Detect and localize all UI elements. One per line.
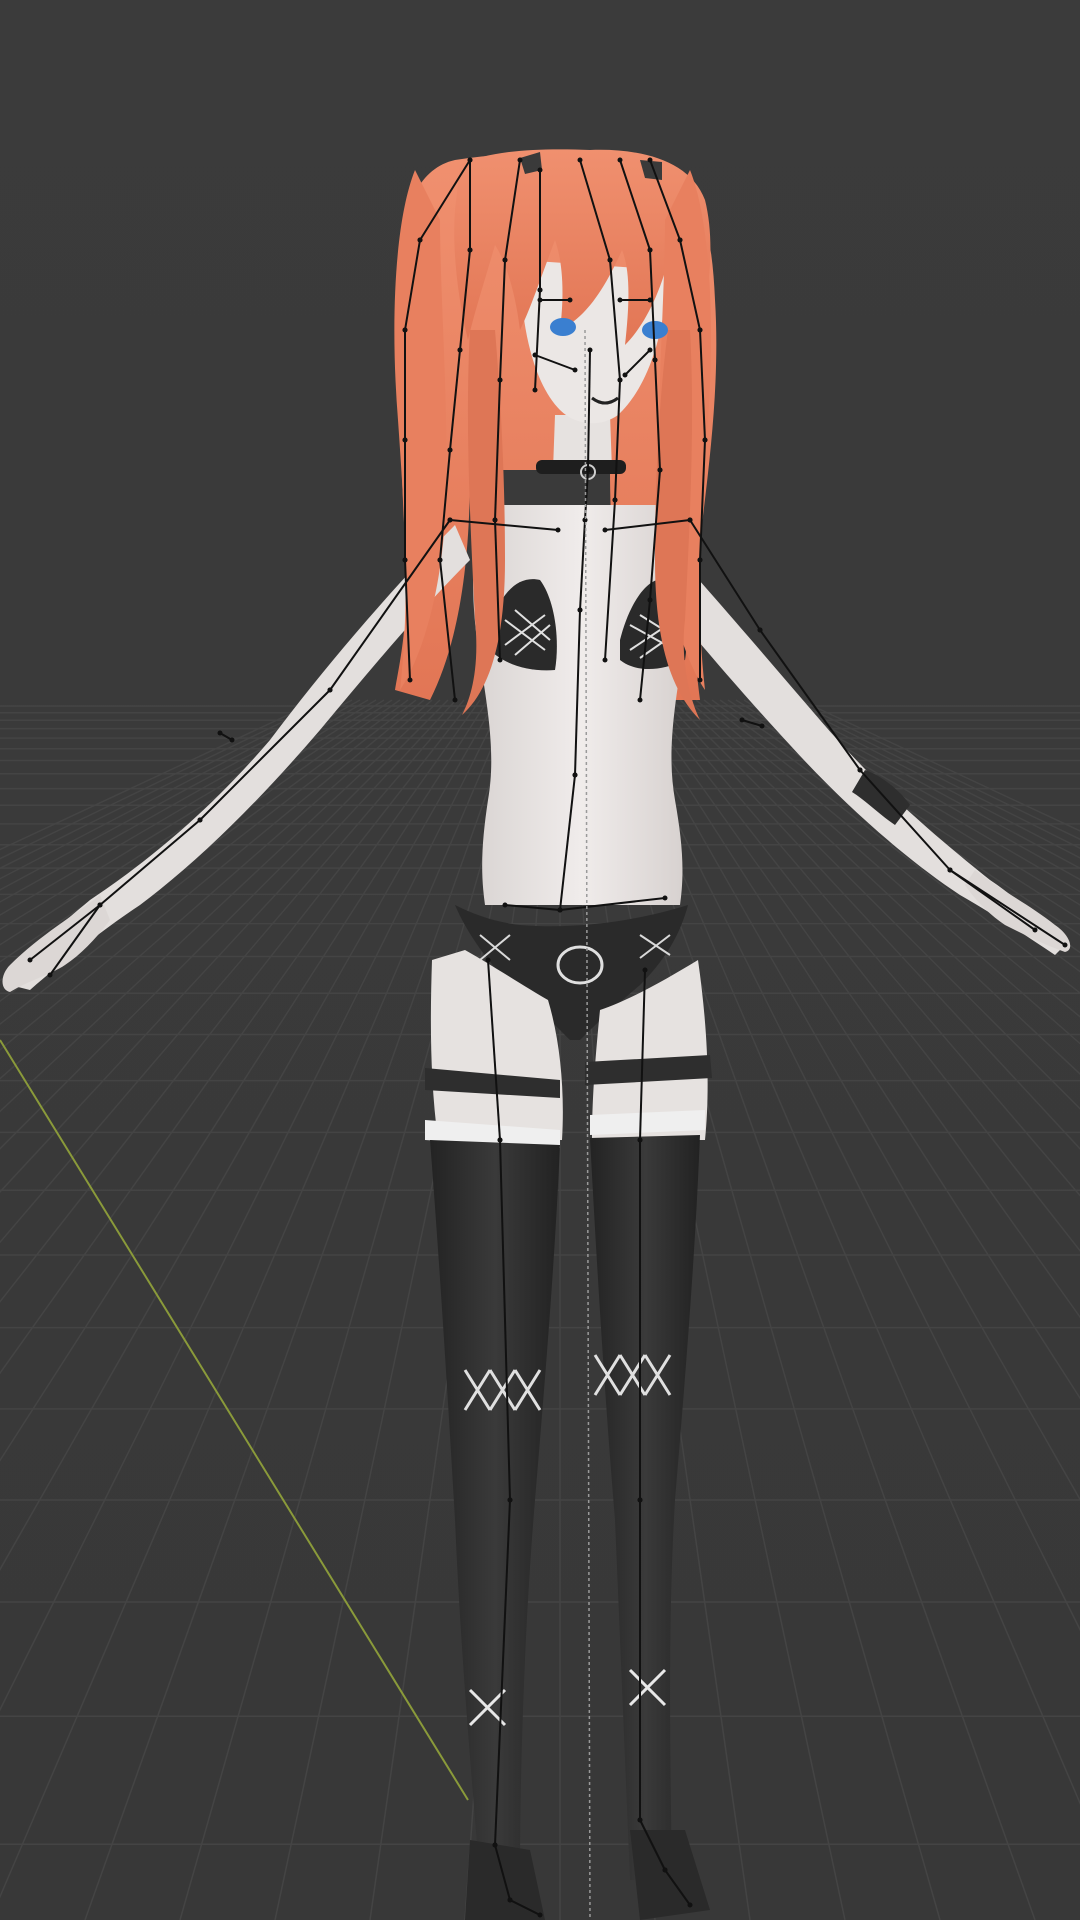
bone-joint (612, 497, 618, 503)
bone-joint (602, 657, 608, 663)
bone-joint (739, 717, 745, 723)
bone-joint (402, 557, 408, 563)
bone-joint (637, 697, 643, 703)
bone-joint (402, 327, 408, 333)
bone-joint (402, 437, 408, 443)
bone-joint (622, 372, 628, 378)
bone-joint (577, 157, 583, 163)
bone-joint (407, 677, 413, 683)
bone-joint (947, 867, 953, 873)
bone-joint (567, 297, 573, 303)
bone-joint (537, 287, 543, 293)
bone-joint (637, 1137, 643, 1143)
bone-joint (327, 687, 333, 693)
bone-joint (759, 723, 765, 729)
eye-right (642, 321, 668, 339)
bone-joint (497, 377, 503, 383)
bone-joint (647, 597, 653, 603)
bone-joint (47, 972, 53, 978)
bone-joint (502, 902, 508, 908)
bone-joint (677, 237, 683, 243)
bone-joint (647, 247, 653, 253)
bone-joint (229, 737, 235, 743)
bone-joint (697, 677, 703, 683)
bone-joint (857, 767, 863, 773)
bone-joint (507, 1497, 513, 1503)
bone-joint (452, 697, 458, 703)
3d-viewport[interactable] (0, 0, 1080, 1920)
bone-joint (637, 1497, 643, 1503)
eye-left (550, 318, 576, 336)
bone-joint (497, 1137, 503, 1143)
bone-joint (602, 527, 608, 533)
bone-joint (417, 237, 423, 243)
bone-joint (607, 257, 613, 263)
bone-joint (497, 657, 503, 663)
bone-joint (27, 957, 33, 963)
bone-joint (585, 467, 591, 473)
bone-joint (577, 607, 583, 613)
bone-joint (642, 967, 648, 973)
bone-joint (502, 257, 508, 263)
bone-joint (447, 447, 453, 453)
bone-joint (697, 327, 703, 333)
bone-joint (637, 1817, 643, 1823)
bone-joint (1032, 927, 1038, 933)
bone-joint (507, 1897, 513, 1903)
bone-joint (537, 167, 543, 173)
bone-joint (687, 1902, 693, 1908)
bone-joint (572, 367, 578, 373)
bone-joint (97, 902, 103, 908)
bone-joint (617, 157, 623, 163)
viewport-canvas[interactable] (0, 0, 1080, 1920)
bone-joint (652, 357, 658, 363)
bone-joint (537, 1912, 543, 1918)
bone-joint (492, 517, 498, 523)
bone-joint (587, 347, 593, 353)
bone-joint (555, 527, 561, 533)
bone-joint (687, 517, 693, 523)
bone-joint (447, 517, 453, 523)
bone-joint (697, 557, 703, 563)
bone-joint (702, 437, 708, 443)
bone-joint (197, 817, 203, 823)
bone-joint (532, 387, 538, 393)
bone-joint (757, 627, 763, 633)
bone-joint (617, 377, 623, 383)
bone-joint (617, 297, 623, 303)
bone-joint (647, 157, 653, 163)
bone-joint (537, 297, 543, 303)
bone-joint (647, 297, 653, 303)
bone-joint (1062, 942, 1068, 948)
bone-joint (457, 347, 463, 353)
bone-joint (647, 347, 653, 353)
bone-joint (532, 352, 538, 358)
bone-joint (557, 907, 563, 913)
bone-joint (572, 772, 578, 778)
bone-joint (657, 467, 663, 473)
bone-joint (467, 247, 473, 253)
bone-joint (662, 1867, 668, 1873)
bone-joint (217, 730, 223, 736)
bone-joint (517, 157, 523, 163)
bone-joint (467, 157, 473, 163)
bone-joint (492, 1842, 498, 1848)
bone-joint (485, 957, 491, 963)
bone-joint (437, 557, 443, 563)
bone-joint (662, 895, 668, 901)
